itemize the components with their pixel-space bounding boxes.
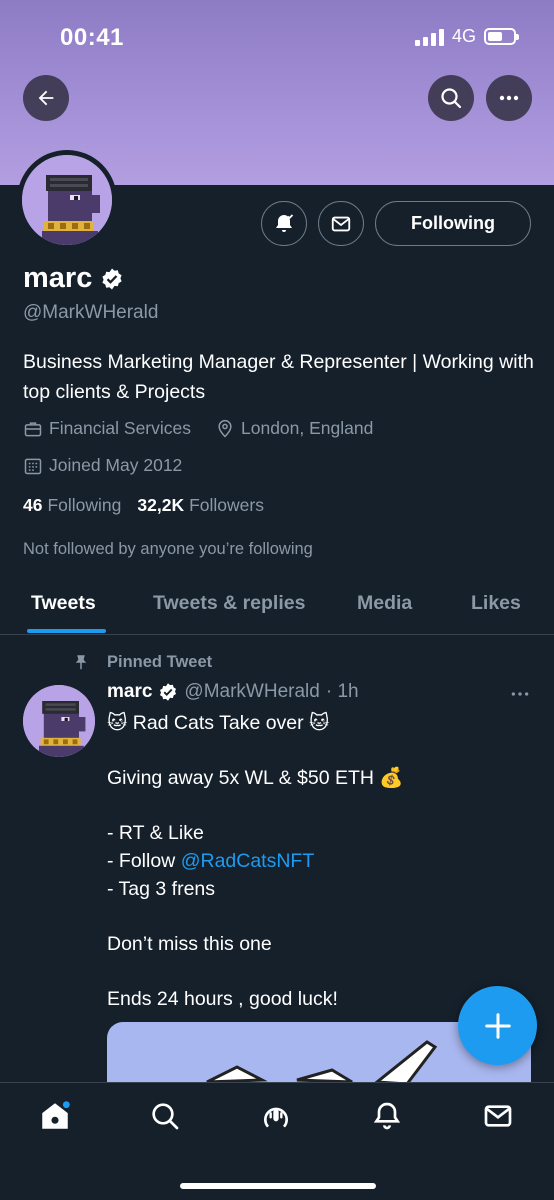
verified-badge-icon bbox=[160, 683, 177, 701]
tab-tweets[interactable]: Tweets bbox=[31, 592, 96, 615]
tweet-line: Giving away 5x WL & $50 ETH 💰 bbox=[107, 767, 404, 790]
tweet-line bbox=[107, 793, 527, 821]
tweet-author-name[interactable]: marc bbox=[107, 681, 152, 703]
following-stat[interactable]: 46 Following bbox=[23, 495, 121, 516]
calendar-icon bbox=[24, 458, 42, 474]
status-time: 00:41 bbox=[60, 24, 124, 51]
pin-icon bbox=[75, 655, 87, 670]
more-icon bbox=[499, 95, 519, 101]
compose-tweet-button[interactable] bbox=[458, 986, 537, 1065]
more-button[interactable] bbox=[486, 75, 532, 121]
tweet-line: Don’t miss this one bbox=[107, 932, 272, 955]
profile-bio: Business Marketing Manager & Representer… bbox=[23, 351, 534, 403]
tweet-author-avatar[interactable] bbox=[23, 685, 95, 757]
signal-icon bbox=[414, 28, 444, 46]
profile-meta-row-1: Financial Services London, England bbox=[23, 418, 373, 439]
nav-notifications[interactable] bbox=[370, 1099, 404, 1133]
profile-joined: Joined May 2012 bbox=[49, 455, 183, 475]
profile-handle: @MarkWHerald bbox=[23, 302, 159, 323]
profile-name: marc bbox=[23, 262, 93, 294]
tweet-mention-link[interactable]: @RadCatsNFT bbox=[181, 850, 315, 872]
search-icon bbox=[152, 1103, 179, 1130]
bell-icon bbox=[373, 1102, 401, 1130]
status-bar: 00:41 4G bbox=[0, 0, 554, 70]
profile-name-row: marc bbox=[23, 262, 124, 295]
home-indicator bbox=[180, 1183, 376, 1189]
active-tab-indicator bbox=[27, 629, 106, 633]
battery-icon bbox=[484, 28, 519, 45]
search-button[interactable] bbox=[428, 75, 474, 121]
mail-icon bbox=[331, 216, 351, 231]
tweet-time: · 1h bbox=[325, 681, 359, 702]
profile-location: London, England bbox=[241, 418, 374, 438]
status-indicators: 4G bbox=[414, 26, 519, 47]
profile-category[interactable]: Financial Services bbox=[49, 418, 191, 439]
back-button[interactable] bbox=[23, 75, 69, 121]
briefcase-icon bbox=[24, 421, 42, 436]
message-button[interactable] bbox=[318, 201, 364, 246]
tab-tweets-replies[interactable]: Tweets & replies bbox=[153, 592, 305, 615]
back-arrow-icon bbox=[38, 90, 54, 106]
tweet-line: - Tag 3 frens bbox=[107, 877, 216, 900]
nav-messages[interactable] bbox=[481, 1099, 515, 1133]
location-pin-icon bbox=[218, 419, 232, 438]
not-followed-note: Not followed by anyone you’re following bbox=[23, 540, 313, 558]
nav-home[interactable] bbox=[38, 1099, 72, 1133]
avatar-image bbox=[22, 155, 112, 245]
tweet-line bbox=[107, 958, 527, 986]
pinned-label: Pinned Tweet bbox=[72, 652, 212, 672]
tweet-author-handle[interactable]: @MarkWHerald bbox=[184, 681, 319, 703]
tweet-text: 🐱 Rad Cats Take over 🐱 Giving away 5x WL… bbox=[107, 710, 527, 1014]
tweet-more-button[interactable] bbox=[510, 682, 530, 703]
nav-spaces[interactable] bbox=[259, 1099, 293, 1133]
tweet-line bbox=[107, 903, 527, 931]
tab-likes[interactable]: Likes bbox=[471, 592, 521, 615]
tweet-line: 🐱 Rad Cats Take over 🐱 bbox=[107, 712, 330, 734]
bell-check-icon bbox=[276, 213, 294, 232]
mail-icon bbox=[484, 1105, 512, 1127]
notifications-button[interactable] bbox=[261, 201, 307, 246]
network-type: 4G bbox=[451, 26, 476, 46]
tab-media[interactable]: Media bbox=[357, 592, 412, 615]
spaces-icon bbox=[264, 1107, 288, 1128]
profile-tabs: Tweets Tweets & replies Media Likes bbox=[0, 578, 554, 635]
more-icon bbox=[511, 692, 529, 696]
verified-badge-icon bbox=[102, 268, 122, 289]
plus-icon bbox=[484, 1012, 511, 1039]
profile-avatar[interactable] bbox=[17, 150, 117, 250]
search-icon bbox=[441, 88, 462, 109]
tweet-line bbox=[107, 738, 527, 766]
home-icon bbox=[42, 1101, 70, 1129]
following-button[interactable]: Following bbox=[375, 201, 531, 246]
profile-meta-row-2: Joined May 2012 bbox=[23, 455, 182, 476]
tweet-header: marc @MarkWHerald · 1h bbox=[107, 681, 359, 703]
tweet-line: - RT & Like bbox=[107, 822, 204, 845]
nav-search[interactable] bbox=[148, 1099, 182, 1133]
tweet-line-follow: - Follow @RadCatsNFT bbox=[107, 849, 315, 872]
profile-stats: 46 Following 32,2K Followers bbox=[23, 495, 264, 516]
followers-stat[interactable]: 32,2K Followers bbox=[137, 495, 264, 516]
